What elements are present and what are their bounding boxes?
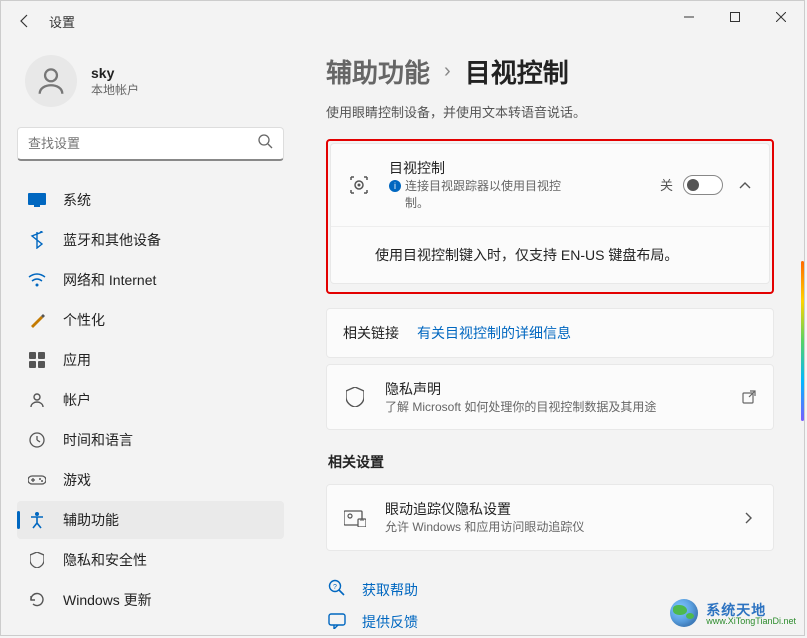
eyecontrol-icon: [347, 173, 371, 197]
breadcrumb-separator: ›: [444, 60, 451, 83]
nav-accessibility[interactable]: 辅助功能: [17, 501, 284, 539]
breadcrumb-parent[interactable]: 辅助功能: [326, 53, 430, 90]
nav-apps[interactable]: 应用: [17, 341, 284, 379]
minimize-button[interactable]: [666, 1, 712, 33]
nav-label: 隐私和安全性: [63, 550, 147, 570]
search-input[interactable]: [28, 136, 257, 151]
eye-tracker-privacy-card[interactable]: 眼动追踪仪隐私设置 允许 Windows 和应用访问眼动追踪仪: [326, 484, 774, 551]
page-subtitle: 使用眼睛控制设备，并使用文本转语音说话。: [326, 102, 774, 121]
user-block[interactable]: sky 本地帐户: [17, 41, 284, 127]
avatar: [25, 55, 77, 107]
related-settings-heading: 相关设置: [328, 452, 774, 472]
bluetooth-icon: [27, 230, 47, 250]
related-links-label: 相关链接: [343, 323, 399, 343]
help-icon: ?: [328, 579, 348, 600]
nav-network[interactable]: 网络和 Internet: [17, 261, 284, 299]
nav-list: 系统 蓝牙和其他设备 网络和 Internet 个性化 应用: [17, 181, 284, 619]
help-link[interactable]: 获取帮助: [362, 580, 418, 600]
apps-icon: [27, 350, 47, 370]
personalize-icon: [27, 310, 47, 330]
page-title: 目视控制: [465, 53, 569, 90]
chevron-right-icon: [741, 512, 757, 524]
search-box[interactable]: [17, 127, 284, 161]
wifi-icon: [27, 270, 47, 290]
eyecontrol-note: 使用目视控制键入时，仅支持 EN-US 键盘布局。: [331, 226, 769, 283]
nav-label: 系统: [63, 190, 91, 210]
nav-bluetooth[interactable]: 蓝牙和其他设备: [17, 221, 284, 259]
nav-label: 游戏: [63, 470, 91, 490]
open-external-icon: [741, 390, 757, 404]
related-links-card: 相关链接 有关目视控制的详细信息: [326, 308, 774, 358]
watermark-brand: 系统天地: [706, 603, 796, 617]
nav-label: 应用: [63, 350, 91, 370]
tracker-title: 眼动追踪仪隐私设置: [385, 499, 727, 519]
globe-icon: [670, 599, 698, 627]
privacy-title: 隐私声明: [385, 379, 727, 399]
system-icon: [27, 190, 47, 210]
nav-label: Windows 更新: [63, 590, 152, 610]
search-icon: [257, 133, 273, 154]
gaming-icon: [27, 470, 47, 490]
watermark-url: www.XiTongTianDi.net: [706, 617, 796, 626]
window-title: 设置: [49, 12, 75, 31]
nav-accounts[interactable]: 帐户: [17, 381, 284, 419]
related-link-more-info[interactable]: 有关目视控制的详细信息: [417, 323, 571, 343]
nav-system[interactable]: 系统: [17, 181, 284, 219]
eyecontrol-toggle[interactable]: [683, 175, 723, 195]
nav-gaming[interactable]: 游戏: [17, 461, 284, 499]
info-icon: i: [389, 180, 401, 192]
account-icon: [27, 390, 47, 410]
close-button[interactable]: [758, 1, 804, 33]
highlighted-section: 目视控制 i 连接目视跟踪器以使用目视控制。 关: [326, 139, 774, 294]
feedback-icon: [328, 613, 348, 632]
maximize-button[interactable]: [712, 1, 758, 33]
nav-personalization[interactable]: 个性化: [17, 301, 284, 339]
accessibility-icon: [27, 510, 47, 530]
nav-time-language[interactable]: 时间和语言: [17, 421, 284, 459]
main-content: 辅助功能 › 目视控制 使用眼睛控制设备，并使用文本转语音说话。 目视控制 i: [296, 41, 804, 635]
nav-label: 网络和 Internet: [63, 270, 156, 290]
toggle-state-label: 关: [660, 175, 673, 194]
update-icon: [27, 590, 47, 610]
clock-icon: [27, 430, 47, 450]
eyecontrol-hint: 连接目视跟踪器以使用目视控制。: [405, 178, 569, 212]
eyecontrol-row[interactable]: 目视控制 i 连接目视跟踪器以使用目视控制。 关: [331, 144, 769, 226]
decorative-color-strip: [801, 261, 804, 421]
breadcrumb: 辅助功能 › 目视控制: [326, 53, 774, 90]
watermark: 系统天地 www.XiTongTianDi.net: [670, 599, 796, 629]
shield-icon: [343, 387, 367, 407]
svg-text:?: ?: [333, 584, 337, 591]
sidebar: sky 本地帐户 系统 蓝牙和其他设备: [1, 41, 296, 635]
privacy-card[interactable]: 隐私声明 了解 Microsoft 如何处理你的目视控制数据及其用途: [326, 364, 774, 431]
nav-label: 蓝牙和其他设备: [63, 230, 161, 250]
nav-label: 时间和语言: [63, 430, 133, 450]
eyecontrol-title: 目视控制: [389, 158, 660, 178]
nav-privacy[interactable]: 隐私和安全性: [17, 541, 284, 579]
shield-icon: [27, 550, 47, 570]
tracker-subtitle: 允许 Windows 和应用访问眼动追踪仪: [385, 519, 584, 536]
nav-label: 辅助功能: [63, 510, 119, 530]
chevron-up-icon[interactable]: [737, 181, 753, 189]
nav-label: 帐户: [63, 390, 91, 410]
feedback-link[interactable]: 提供反馈: [362, 612, 418, 632]
privacy-subtitle: 了解 Microsoft 如何处理你的目视控制数据及其用途: [385, 399, 656, 416]
nav-label: 个性化: [63, 310, 105, 330]
nav-windows-update[interactable]: Windows 更新: [17, 581, 284, 619]
tracker-privacy-icon: [343, 509, 367, 527]
user-name: sky: [91, 65, 139, 81]
user-account-type: 本地帐户: [91, 81, 139, 98]
back-button[interactable]: [9, 5, 41, 37]
